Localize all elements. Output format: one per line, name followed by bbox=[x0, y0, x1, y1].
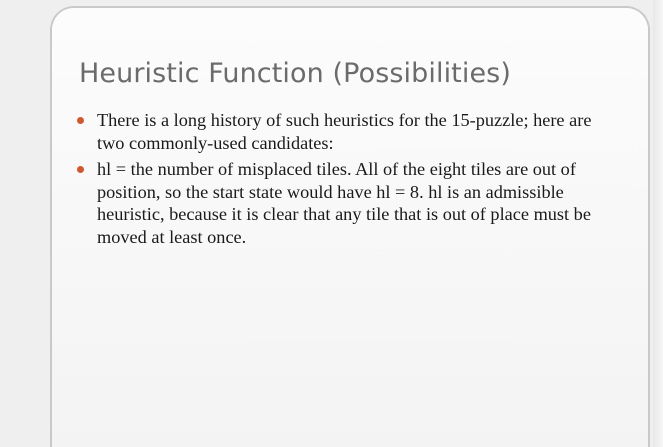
slide-title: Heuristic Function (Possibilities) bbox=[79, 58, 511, 89]
bullet-item: hl = the number of misplaced tiles. All … bbox=[74, 158, 614, 248]
bullet-icon bbox=[77, 117, 84, 124]
slide: Heuristic Function (Possibilities) There… bbox=[50, 6, 650, 447]
bullet-text: hl = the number of misplaced tiles. All … bbox=[97, 159, 591, 247]
bullet-icon bbox=[77, 166, 84, 173]
bullet-item: There is a long history of such heuristi… bbox=[74, 109, 614, 154]
bullet-text: There is a long history of such heuristi… bbox=[97, 110, 592, 153]
screen: Heuristic Function (Possibilities) There… bbox=[0, 0, 663, 447]
window-edge bbox=[653, 0, 663, 447]
bullet-list: There is a long history of such heuristi… bbox=[74, 109, 614, 252]
